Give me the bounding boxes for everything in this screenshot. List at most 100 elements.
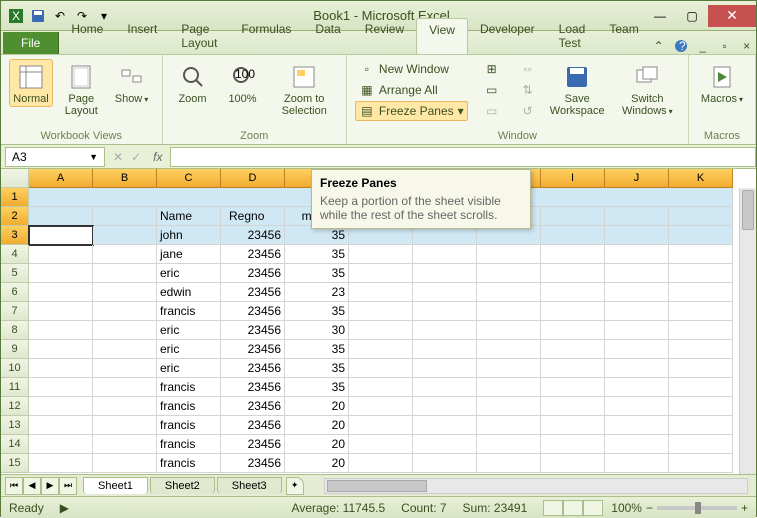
cell[interactable]: francis: [157, 302, 221, 321]
tab-page-layout[interactable]: Page Layout: [169, 18, 229, 54]
cell[interactable]: [413, 283, 477, 302]
cell[interactable]: [349, 435, 413, 454]
cell[interactable]: [413, 397, 477, 416]
row-header[interactable]: 14: [1, 435, 29, 454]
cell[interactable]: 23456: [221, 226, 285, 245]
tab-view[interactable]: View: [416, 18, 468, 54]
view-normal-button[interactable]: [543, 500, 563, 516]
cell[interactable]: [605, 454, 669, 473]
maximize-button[interactable]: ▢: [676, 5, 708, 27]
cell[interactable]: [669, 378, 733, 397]
cell[interactable]: [29, 321, 93, 340]
cell[interactable]: [477, 359, 541, 378]
cell[interactable]: [413, 245, 477, 264]
tab-nav-prev[interactable]: ◀: [23, 477, 41, 495]
cell[interactable]: [605, 378, 669, 397]
minimize-ribbon-icon[interactable]: ⌃: [651, 38, 667, 54]
freeze-panes-button[interactable]: ▤Freeze Panes ▾: [355, 101, 468, 121]
cell[interactable]: 23456: [221, 302, 285, 321]
scroll-thumb[interactable]: [742, 190, 754, 230]
cell[interactable]: [605, 416, 669, 435]
cell[interactable]: [669, 340, 733, 359]
cell[interactable]: [349, 321, 413, 340]
new-window-button[interactable]: ▫New Window: [355, 59, 468, 79]
cell[interactable]: francis: [157, 454, 221, 473]
zoom-button[interactable]: Zoom: [171, 59, 215, 107]
cell[interactable]: 23456: [221, 264, 285, 283]
switch-windows-button[interactable]: Switch Windows: [615, 59, 680, 119]
cell[interactable]: [29, 245, 93, 264]
cell[interactable]: [29, 378, 93, 397]
arrange-all-button[interactable]: ▦Arrange All: [355, 80, 468, 100]
row-header[interactable]: 9: [1, 340, 29, 359]
cell[interactable]: 23: [285, 283, 349, 302]
cell[interactable]: [29, 302, 93, 321]
cell[interactable]: [29, 454, 93, 473]
mdi-minimize-icon[interactable]: _: [695, 38, 711, 54]
cell[interactable]: [93, 340, 157, 359]
cell[interactable]: [477, 245, 541, 264]
cell[interactable]: [413, 454, 477, 473]
cell[interactable]: [605, 435, 669, 454]
cell[interactable]: 35: [285, 359, 349, 378]
cell[interactable]: [605, 283, 669, 302]
column-header[interactable]: K: [669, 169, 733, 188]
cell[interactable]: [605, 340, 669, 359]
row-header[interactable]: 15: [1, 454, 29, 473]
view-layout-button[interactable]: [563, 500, 583, 516]
cell[interactable]: [541, 283, 605, 302]
mdi-restore-icon[interactable]: ▫: [717, 38, 733, 54]
cell[interactable]: [669, 283, 733, 302]
cell[interactable]: [349, 454, 413, 473]
select-all-corner[interactable]: [1, 169, 29, 188]
cell[interactable]: 23456: [221, 245, 285, 264]
hide-button[interactable]: ▭: [480, 80, 504, 100]
cell[interactable]: [93, 226, 157, 245]
tab-home[interactable]: Home: [59, 18, 115, 54]
cell[interactable]: [477, 378, 541, 397]
cell[interactable]: [669, 207, 733, 226]
cell[interactable]: [477, 321, 541, 340]
cell[interactable]: francis: [157, 397, 221, 416]
excel-icon[interactable]: X: [7, 7, 25, 25]
cell[interactable]: 30: [285, 321, 349, 340]
cell[interactable]: Regno: [221, 207, 285, 226]
cell[interactable]: [413, 378, 477, 397]
row-header[interactable]: 12: [1, 397, 29, 416]
cell[interactable]: 35: [285, 264, 349, 283]
cell[interactable]: [605, 302, 669, 321]
cell[interactable]: 23456: [221, 454, 285, 473]
cell[interactable]: [349, 245, 413, 264]
cell[interactable]: [541, 359, 605, 378]
mdi-close-icon[interactable]: ×: [739, 38, 755, 54]
column-header[interactable]: C: [157, 169, 221, 188]
tab-nav-first[interactable]: ⏮: [5, 477, 23, 495]
cell[interactable]: [29, 283, 93, 302]
row-header[interactable]: 8: [1, 321, 29, 340]
cell[interactable]: [669, 245, 733, 264]
cell[interactable]: [669, 226, 733, 245]
macros-button[interactable]: Macros: [697, 59, 747, 107]
cell[interactable]: edwin: [157, 283, 221, 302]
row-header[interactable]: 11: [1, 378, 29, 397]
enter-icon[interactable]: ✓: [127, 150, 145, 164]
cell[interactable]: [541, 226, 605, 245]
cell[interactable]: [93, 302, 157, 321]
tab-team[interactable]: Team: [597, 18, 650, 54]
tab-formulas[interactable]: Formulas: [229, 18, 303, 54]
save-workspace-button[interactable]: Save Workspace: [546, 59, 609, 119]
cell[interactable]: eric: [157, 359, 221, 378]
cell[interactable]: [93, 321, 157, 340]
hscroll-thumb[interactable]: [327, 480, 427, 492]
cell[interactable]: [541, 207, 605, 226]
cell[interactable]: [93, 245, 157, 264]
cell[interactable]: francis: [157, 378, 221, 397]
row-header[interactable]: 1: [1, 188, 29, 207]
cell[interactable]: [605, 264, 669, 283]
column-header[interactable]: A: [29, 169, 93, 188]
cell[interactable]: 20: [285, 435, 349, 454]
row-header[interactable]: 4: [1, 245, 29, 264]
cell[interactable]: [413, 359, 477, 378]
cell[interactable]: 23456: [221, 340, 285, 359]
cell[interactable]: [541, 302, 605, 321]
